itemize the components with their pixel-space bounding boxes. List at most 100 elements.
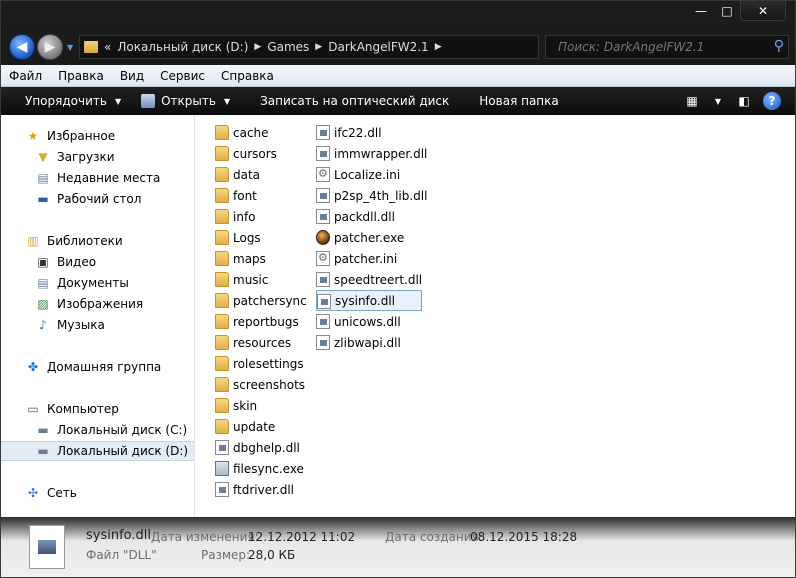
nav-disk-c[interactable]: ▬ Локальный диск (C:) [1,420,194,440]
help-button[interactable]: ? [763,92,781,110]
desktop-icon: ▬ [37,192,49,206]
chevron-right-icon[interactable]: ▶ [315,42,322,52]
folder-icon [215,272,229,287]
computer-icon: ▭ [27,402,39,416]
file-item[interactable]: dbghelp.dll [215,437,313,458]
menu-edit[interactable]: Правка [50,69,112,83]
file-item[interactable]: speedtreert.dll [316,269,422,290]
file-item[interactable]: cursors [215,143,313,164]
navigation-pane: ★ Избранное ▼ Загрузки ▤ Недавние места … [1,115,195,517]
file-name: music [233,272,269,287]
address-bar[interactable]: « Локальный диск (D:) ▶ Games ▶ DarkAnge… [79,35,602,59]
open-button[interactable]: Открыть ▼ [131,87,240,115]
chevron-down-icon: ▼ [114,96,122,106]
maximize-button[interactable]: □ [714,1,740,21]
nav-video[interactable]: ▣ Видео [1,252,194,272]
nav-desktop[interactable]: ▬ Рабочий стол [1,189,194,209]
file-name: skin [233,398,258,413]
file-item[interactable]: packdll.dll [316,206,422,227]
dll-file-icon [316,188,330,203]
nav-homegroup[interactable]: ✤ Домашняя группа [1,357,194,377]
recent-pages-dropdown[interactable]: ▼ [67,43,73,52]
search-icon[interactable]: ⚲ [774,38,784,54]
music-icon: ♪ [39,318,47,332]
nav-music[interactable]: ♪ Музыка [1,315,194,335]
view-dropdown-icon[interactable]: ▼ [705,89,731,113]
file-item[interactable]: unicows.dll [316,311,422,332]
nav-images[interactable]: ▨ Изображения [1,294,194,314]
nav-network[interactable]: ✣ Сеть [1,483,194,503]
file-item[interactable]: p2sp_4th_lib.dll [316,185,427,206]
folder-icon [84,41,98,53]
details-pane: sysinfo.dll Дата изменения: 12.12.2012 1… [1,517,795,577]
menu-bar: Файл Правка Вид Сервис Справка [1,65,795,87]
menu-help[interactable]: Справка [213,69,282,83]
file-name: info [233,209,256,224]
file-name: immwrapper.dll [334,146,428,161]
nav-computer[interactable]: ▭ Компьютер [1,399,194,419]
file-item[interactable]: zlibwapi.dll [316,332,422,353]
file-item[interactable]: reportbugs [215,311,313,332]
file-item[interactable]: update [215,416,313,437]
breadcrumb-overflow[interactable]: « [104,40,111,54]
nav-disk-d[interactable]: ▬ Локальный диск (D:) [1,441,194,461]
burn-button[interactable]: Записать на оптический диск [240,87,459,115]
preview-pane-icon[interactable]: ◧ [731,89,757,113]
dll-file-icon [316,209,330,224]
back-button[interactable]: ◀ [9,34,35,60]
video-icon: ▣ [37,255,49,269]
file-item[interactable]: Localize.ini [316,164,422,185]
new-folder-button[interactable]: Новая папка [459,87,568,115]
file-item[interactable]: skin [215,395,313,416]
chevron-right-icon[interactable]: ▶ [254,42,261,52]
file-item[interactable]: screenshots [215,374,313,395]
chevron-right-icon[interactable]: ▶ [435,42,442,52]
menu-file[interactable]: Файл [1,69,50,83]
file-item[interactable]: maps [215,248,313,269]
dll-file-icon [316,125,330,140]
file-item[interactable]: info [215,206,313,227]
file-item[interactable]: filesync.exe [215,458,313,479]
menu-tools[interactable]: Сервис [152,69,213,83]
search-input[interactable] [558,40,758,54]
file-item[interactable]: cache [215,122,313,143]
details-size-value: 28,0 КБ [248,548,296,562]
dll-file-icon [316,272,330,287]
file-item[interactable]: patchersync [215,290,313,311]
file-item[interactable]: music [215,269,313,290]
file-item[interactable]: Logs [215,227,313,248]
file-item[interactable]: resources [215,332,313,353]
details-type: Файл "DLL" [86,548,157,562]
view-options-icon[interactable]: ▦ [679,89,705,113]
file-name: cache [233,125,269,140]
breadcrumb-games[interactable]: Games [267,40,309,54]
file-item[interactable]: patcher.ini [316,248,422,269]
navigation-row: ◀ ▶ ▼ « Локальный диск (D:) ▶ Games ▶ Da… [7,31,791,61]
file-name: resources [233,335,292,350]
file-name: speedtreert.dll [334,272,423,287]
arrow-left-icon: ◀ [16,39,28,55]
close-button[interactable]: ✕ [740,1,786,21]
file-item[interactable]: immwrapper.dll [316,143,427,164]
breadcrumb-darkangel[interactable]: DarkAngelFW2.1 [328,40,428,54]
explorer-window: — □ ✕ ◀ ▶ ▼ « Локальный диск (D:) ▶ Game… [0,0,796,578]
nav-documents[interactable]: ▤ Документы [1,273,194,293]
file-item[interactable]: data [215,164,313,185]
search-box[interactable]: ⚲ [545,35,789,59]
breadcrumb-disk-d[interactable]: Локальный диск (D:) [117,40,248,54]
file-name: ifc22.dll [334,125,382,140]
nav-downloads[interactable]: ▼ Загрузки [1,147,194,167]
file-item[interactable]: ifc22.dll [316,122,422,143]
forward-button[interactable]: ▶ [37,34,63,60]
organize-button[interactable]: Упорядочить ▼ [1,87,131,115]
nav-libraries[interactable]: ▥ Библиотеки [1,231,194,251]
file-item[interactable]: ftdriver.dll [215,479,313,500]
minimize-button[interactable]: — [688,1,714,21]
file-item[interactable]: rolesettings [215,353,313,374]
file-item[interactable]: sysinfo.dll [316,290,422,311]
menu-view[interactable]: Вид [112,69,152,83]
file-item[interactable]: patcher.exe [316,227,422,248]
nav-recent-places[interactable]: ▤ Недавние места [1,168,194,188]
nav-favorites[interactable]: ★ Избранное [1,126,194,146]
file-item[interactable]: font [215,185,313,206]
